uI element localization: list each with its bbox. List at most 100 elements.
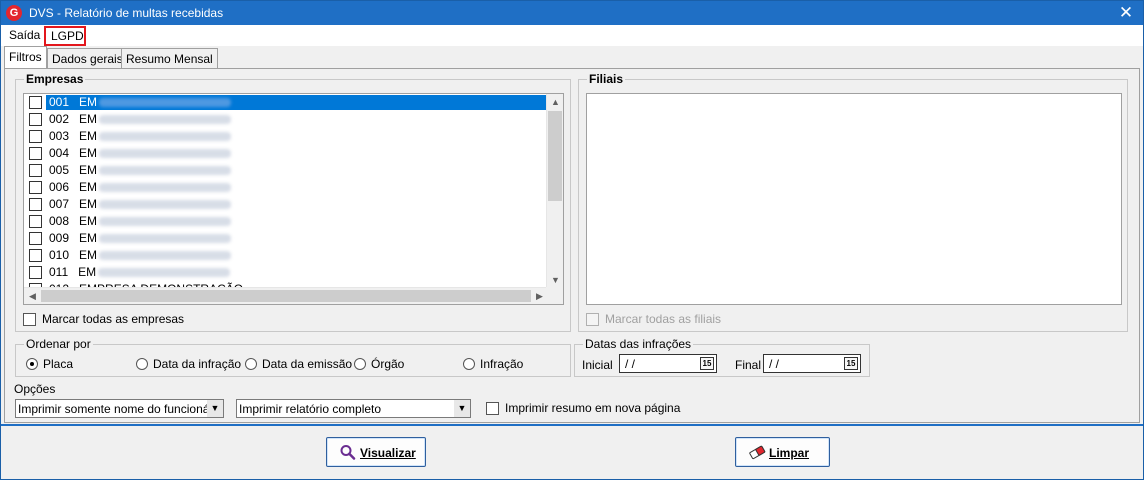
empresa-code-name: 002 EM <box>46 112 546 127</box>
radio-placa-dot[interactable] <box>26 358 38 370</box>
empresa-code: 009 <box>49 231 70 245</box>
empresa-code: 006 <box>49 180 70 194</box>
empresa-name: EM <box>79 95 98 109</box>
radio-infracao-dot[interactable] <box>463 358 475 370</box>
empresa-checkbox[interactable] <box>29 198 42 211</box>
datas-group: Datas das infrações Inicial / / 15 Final… <box>574 337 870 377</box>
marcar-todas-filiais-label: Marcar todas as filiais <box>605 312 722 326</box>
empresa-code-name: 001 EM <box>46 95 546 110</box>
menu-bar: Saída LGPD <box>1 25 1143 46</box>
radio-data-emissao-dot[interactable] <box>245 358 257 370</box>
ordenar-label: Ordenar por <box>24 337 93 351</box>
empresa-code: 010 <box>49 248 70 262</box>
scroll-left-icon[interactable]: ◀ <box>24 288 41 304</box>
scroll-corner <box>546 287 563 304</box>
empresa-checkbox[interactable] <box>29 181 42 194</box>
magnifier-icon <box>340 445 356 460</box>
marcar-todas-filiais-checkbox <box>586 313 599 326</box>
empresa-name: EM <box>79 214 98 228</box>
empresas-group: Empresas 001 EM 002 EM 003 EM 004 EM 005 EM 0… <box>15 72 571 332</box>
radio-placa-label: Placa <box>43 357 74 371</box>
redacted-text <box>99 251 232 261</box>
empresa-row[interactable]: 001 EM <box>24 94 546 111</box>
radio-infracao-label: Infração <box>480 357 524 371</box>
inicial-label: Inicial <box>582 358 613 372</box>
window-title: DVS - Relatório de multas recebidas <box>29 6 224 20</box>
empresa-code-name: 011 EM <box>46 265 546 280</box>
empresa-name: EM <box>79 248 98 262</box>
empresa-row[interactable]: 011 EM <box>24 264 544 281</box>
empresa-code-name: 008 EM <box>46 214 546 229</box>
empresa-row[interactable]: 004 EM <box>24 145 544 162</box>
eraser-icon <box>749 445 766 460</box>
empresa-row[interactable]: 003 EM <box>24 128 544 145</box>
empresa-row[interactable]: 007 EM <box>24 196 544 213</box>
empresa-row[interactable]: 009 EM <box>24 230 544 247</box>
tab-resumo-mensal[interactable]: Resumo Mensal <box>121 48 218 69</box>
radio-data-infracao-dot[interactable] <box>136 358 148 370</box>
empresas-list[interactable]: 001 EM 002 EM 003 EM 004 EM 005 EM 006 EM 007 … <box>23 93 564 305</box>
calendar-icon[interactable]: 15 <box>700 357 714 370</box>
empresa-checkbox[interactable] <box>29 232 42 245</box>
empresa-row[interactable]: 008 EM <box>24 213 544 230</box>
empresa-name: EM <box>79 180 98 194</box>
final-date-input[interactable]: / / 15 <box>763 354 861 373</box>
empresa-row[interactable]: 005 EM <box>24 162 544 179</box>
redacted-text <box>99 166 232 176</box>
menu-lgpd[interactable]: LGPD <box>44 26 86 46</box>
empresa-row[interactable]: 010 EM <box>24 247 544 264</box>
empresa-code: 008 <box>49 214 70 228</box>
empresa-checkbox[interactable] <box>29 266 42 279</box>
empresa-name: EM <box>79 197 98 211</box>
scroll-up-icon[interactable]: ▲ <box>547 94 563 111</box>
datas-label: Datas das infrações <box>583 337 694 351</box>
app-window: G DVS - Relatório de multas recebidas ✕ … <box>0 0 1144 480</box>
close-icon[interactable]: ✕ <box>1117 3 1135 23</box>
empresa-name: EM <box>79 231 98 245</box>
marcar-todas-empresas-checkbox[interactable] <box>23 313 36 326</box>
empresa-checkbox[interactable] <box>29 164 42 177</box>
empresa-row[interactable]: 006 EM <box>24 179 544 196</box>
horizontal-scrollbar[interactable]: ◀ ▶ <box>24 287 548 304</box>
nome-funcionario-select[interactable]: Imprimir somente nome do funcionário ▼ <box>15 399 224 418</box>
empresa-checkbox[interactable] <box>29 249 42 262</box>
empresa-checkbox[interactable] <box>29 130 42 143</box>
filiais-label: Filiais <box>587 72 626 86</box>
vertical-scrollbar[interactable]: ▲ ▼ <box>546 94 563 289</box>
chevron-down-icon[interactable]: ▼ <box>207 400 223 417</box>
tab-filtros[interactable]: Filtros <box>4 46 47 68</box>
tab-dados-gerais[interactable]: Dados gerais <box>47 48 128 69</box>
resumo-nova-pagina-checkbox[interactable] <box>486 402 499 415</box>
empresa-code: 004 <box>49 146 70 160</box>
empresa-code: 001 <box>49 95 70 109</box>
radio-data-emissao-label: Data da emissão <box>262 357 353 371</box>
empresa-checkbox[interactable] <box>29 96 42 109</box>
filiais-list[interactable] <box>586 93 1122 305</box>
relatorio-select[interactable]: Imprimir relatório completo ▼ <box>236 399 471 418</box>
visualizar-label: Visualizar <box>360 446 416 460</box>
calendar-icon[interactable]: 15 <box>844 357 858 370</box>
empresa-checkbox[interactable] <box>29 147 42 160</box>
empresa-name: EM <box>79 163 98 177</box>
empresa-name: EM <box>78 265 97 279</box>
empresa-checkbox[interactable] <box>29 113 42 126</box>
radio-orgao-dot[interactable] <box>354 358 366 370</box>
chevron-down-icon[interactable]: ▼ <box>454 400 470 417</box>
inicial-date-input[interactable]: / / 15 <box>619 354 717 373</box>
empresa-name: EM <box>79 146 98 160</box>
filiais-group: Filiais Marcar todas as filiais <box>578 72 1128 332</box>
scroll-thumb[interactable] <box>548 111 562 201</box>
nome-funcionario-value: Imprimir somente nome do funcionário <box>18 402 223 416</box>
visualizar-button[interactable]: Visualizar <box>326 437 426 467</box>
menu-saida[interactable]: Saída <box>9 28 40 42</box>
limpar-button[interactable]: Limpar <box>735 437 830 467</box>
redacted-text <box>99 115 232 125</box>
empresa-name: EM <box>79 112 98 126</box>
redacted-text <box>99 234 232 244</box>
empresa-code-name: 006 EM <box>46 180 546 195</box>
radio-data-infracao-label: Data da infração <box>153 357 242 371</box>
radio-orgao-label: Órgão <box>371 357 405 371</box>
empresa-row[interactable]: 002 EM <box>24 111 544 128</box>
empresa-checkbox[interactable] <box>29 215 42 228</box>
scroll-thumb-horizontal[interactable] <box>41 290 531 302</box>
